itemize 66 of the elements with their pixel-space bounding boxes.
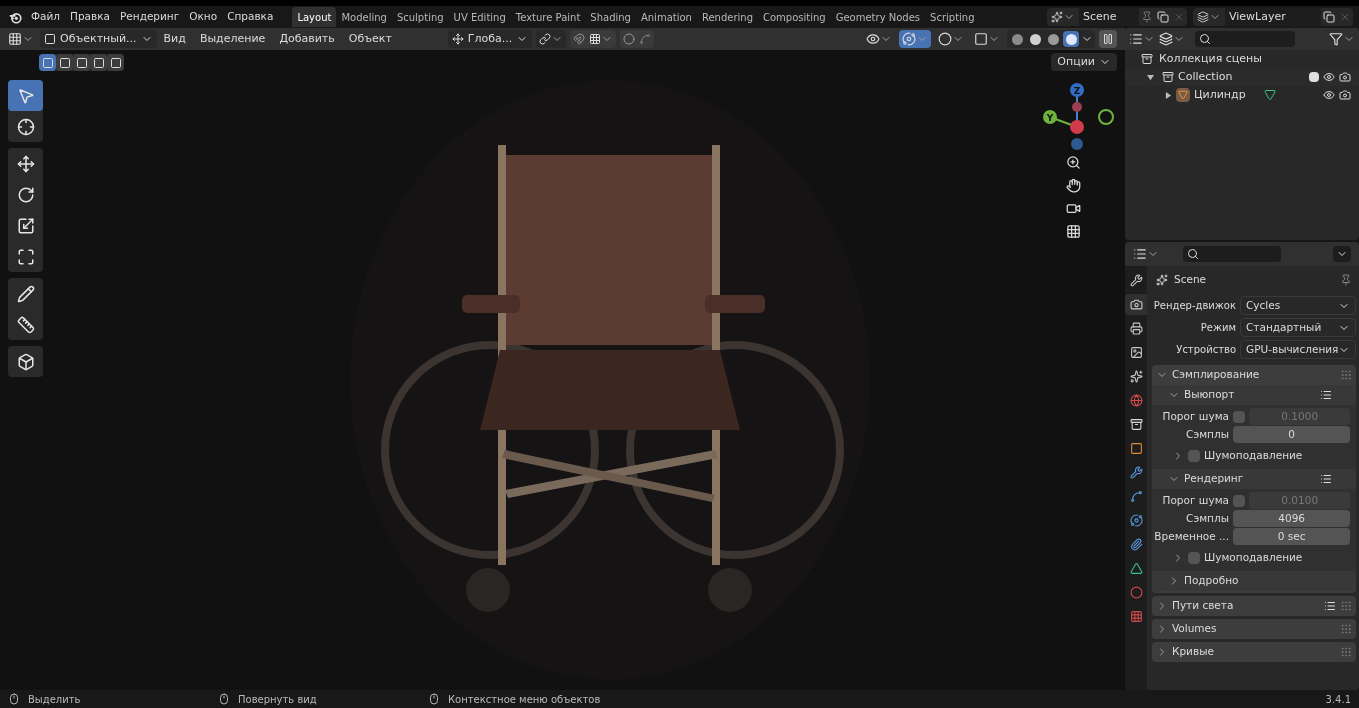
field-label: Режим: [1199, 321, 1236, 335]
panel-title: Volumes: [1172, 621, 1217, 637]
scene-name: Scene: [1079, 8, 1139, 26]
menu-item[interactable]: Окно: [184, 9, 223, 25]
subpanel-header[interactable]: Выюпорт: [1152, 385, 1357, 405]
field-label: Порог шума: [1161, 492, 1229, 508]
version-label: 3.4.1: [1325, 692, 1351, 707]
menu-item[interactable]: Правка: [65, 9, 115, 25]
workspace-tab[interactable]: Geometry Nodes: [830, 7, 926, 27]
menu-item[interactable]: Справка: [222, 9, 279, 25]
subpanel-title: Подробно: [1184, 573, 1239, 589]
header-menu-item[interactable]: Выделение: [192, 30, 273, 48]
status-hint: Повернуть вид: [238, 692, 317, 707]
field-label: Сэмплы: [1185, 510, 1229, 526]
field-label: Временное ...: [1153, 528, 1229, 544]
header-menu-item[interactable]: Вид: [156, 30, 193, 48]
subpanel-header[interactable]: Подробно: [1152, 571, 1357, 591]
panel-header[interactable]: Пути света: [1152, 596, 1357, 616]
subpanel-header[interactable]: Рендеринг: [1152, 469, 1357, 489]
options-dropdown[interactable]: Опции: [1051, 53, 1117, 71]
context-title: Scene: [1174, 272, 1206, 288]
axis-gizmo-drawing[interactable]: Z Y: [1040, 82, 1114, 152]
view-layer-name: ViewLayer: [1225, 8, 1321, 26]
panel-title: Сэмплирование: [1172, 367, 1260, 383]
field-label: Рендер-движок: [1152, 299, 1236, 313]
workspace-tab[interactable]: Texture Paint: [510, 7, 586, 27]
checkbox-label: Шумоподавление: [1204, 448, 1303, 464]
workspace-tab[interactable]: Animation: [635, 7, 697, 27]
workspace-tab[interactable]: Shading: [585, 7, 636, 27]
panel-header[interactable]: Volumes: [1152, 619, 1357, 639]
number-field[interactable]: 0 sec: [1233, 528, 1351, 545]
scene-selector[interactable]: Scene: [1047, 8, 1187, 26]
menu-item[interactable]: Рендеринг: [115, 9, 185, 25]
workspace-tab[interactable]: UV Editing: [448, 7, 511, 27]
panel-title: Кривые: [1172, 644, 1214, 660]
checkbox-label: Шумоподавление: [1204, 550, 1303, 566]
workspace-tab[interactable]: Rendering: [696, 7, 758, 27]
header-menu-item[interactable]: Добавить: [272, 30, 342, 48]
number-field[interactable]: 4096: [1233, 510, 1351, 527]
workspace-tab[interactable]: Scripting: [925, 7, 980, 27]
workspace-tab[interactable]: Modeling: [336, 7, 392, 27]
workspace-tab[interactable]: Compositing: [758, 7, 831, 27]
dropdown-field[interactable]: Стандартный: [1240, 318, 1357, 337]
field-label: Сэмплы: [1185, 426, 1229, 442]
dropdown-field[interactable]: GPU-вычисления: [1240, 340, 1357, 359]
header-menu-item[interactable]: Объект: [341, 30, 399, 48]
status-hint: Контекстное меню объектов: [448, 692, 601, 707]
panel-title: Пути света: [1172, 598, 1234, 614]
field-label: Устройство: [1175, 343, 1236, 357]
outliner-item[interactable]: Цилиндр: [1194, 86, 1246, 104]
panel-header[interactable]: Кривые: [1152, 642, 1357, 662]
view-layer-selector[interactable]: ViewLayer: [1193, 8, 1353, 26]
outliner-item[interactable]: Collection: [1178, 68, 1233, 86]
status-hint: Выделить: [28, 692, 81, 707]
number-field[interactable]: 0: [1233, 426, 1351, 443]
workspace-tab[interactable]: Sculpting: [391, 7, 449, 27]
panel-header[interactable]: Сэмплирование: [1152, 365, 1357, 385]
menu-item[interactable]: Файл: [26, 9, 65, 25]
subpanel-title: Выюпорт: [1184, 387, 1235, 403]
workspace-tab[interactable]: Layout: [292, 7, 337, 27]
orientation-dropdown[interactable]: Глоба...: [447, 30, 533, 48]
subpanel-title: Рендеринг: [1184, 471, 1244, 487]
field-label: Порог шума: [1161, 408, 1229, 424]
mode-dropdown[interactable]: Объектный...: [40, 30, 157, 48]
outliner-root[interactable]: Коллекция сцены: [1159, 50, 1262, 68]
dropdown-field[interactable]: Cycles: [1240, 296, 1357, 315]
